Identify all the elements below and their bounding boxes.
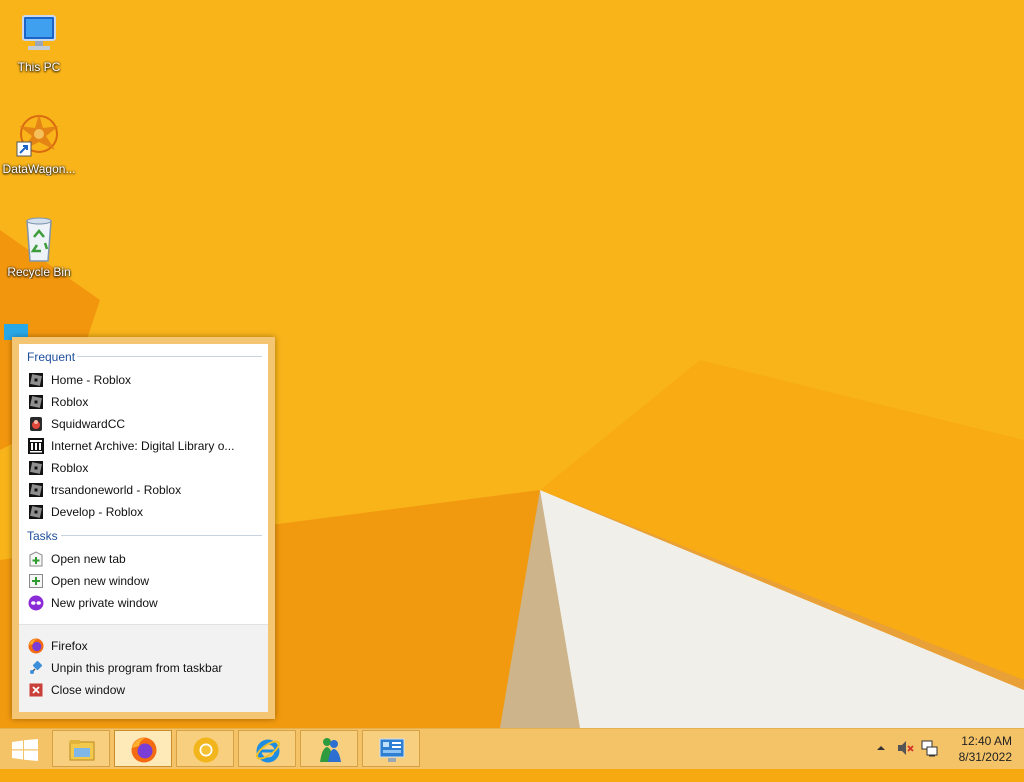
close-icon xyxy=(28,682,44,698)
show-hidden-icons-icon[interactable] xyxy=(876,742,886,782)
jump-list-item-label: Develop - Roblox xyxy=(51,505,144,519)
desktop-icon-this-pc[interactable]: This PC xyxy=(1,10,77,74)
roblox-icon xyxy=(28,460,44,476)
firefox-icon xyxy=(28,638,44,654)
start-button[interactable] xyxy=(12,739,38,761)
jump-list-item-label: Home - Roblox xyxy=(51,373,132,387)
footer-item-firefox[interactable]: Firefox xyxy=(19,635,268,657)
jump-list-item-develop-roblox[interactable]: Develop - Roblox xyxy=(19,501,268,523)
jump-list-item-home-roblox[interactable]: Home - Roblox xyxy=(19,369,268,391)
task-label: Open new tab xyxy=(51,552,126,566)
windows-logo-icon xyxy=(12,739,38,761)
roblox-icon xyxy=(28,482,44,498)
jump-list-item-label: trsandoneworld - Roblox xyxy=(51,483,182,497)
footer-item-label: Unpin this program from taskbar xyxy=(51,661,223,675)
jump-list-item-label: Internet Archive: Digital Library o... xyxy=(51,439,235,453)
firefox-jump-list: Frequent Home - Roblox Roblox SquidwardC… xyxy=(12,337,275,719)
jump-list-panel: Frequent Home - Roblox Roblox SquidwardC… xyxy=(19,344,268,712)
jump-list-item-squidwardcc[interactable]: SquidwardCC xyxy=(19,413,268,435)
taskbar-control-panel[interactable] xyxy=(362,730,420,767)
desktop-icon-datawagon[interactable]: DataWagon... xyxy=(1,112,77,176)
taskbar-chrome-canary[interactable] xyxy=(176,730,234,767)
roblox-icon xyxy=(28,504,44,520)
footer-item-label: Firefox xyxy=(51,639,88,653)
chrome-canary-icon xyxy=(192,736,220,764)
task-label: Open new window xyxy=(51,574,150,588)
taskbar-messenger[interactable] xyxy=(300,730,358,767)
taskbar-internet-explorer[interactable] xyxy=(238,730,296,767)
jump-list-item-internet-archive[interactable]: Internet Archive: Digital Library o... xyxy=(19,435,268,457)
roblox-icon xyxy=(28,372,44,388)
network-icon[interactable] xyxy=(921,740,939,780)
footer-item-close-window[interactable]: Close window xyxy=(19,679,268,701)
section-heading-label: Frequent xyxy=(27,350,76,364)
task-open-new-window[interactable]: Open new window xyxy=(19,570,268,592)
jump-list-item-roblox[interactable]: Roblox xyxy=(19,391,268,413)
section-heading-frequent: Frequent xyxy=(19,344,268,366)
messenger-icon xyxy=(316,736,344,764)
new-tab-icon xyxy=(28,551,44,567)
unpin-icon xyxy=(28,660,44,676)
system-clock[interactable]: 12:40 AM 8/31/2022 xyxy=(959,733,1012,773)
datawagon-icon xyxy=(15,112,63,160)
jump-list-item-label: Roblox xyxy=(51,395,89,409)
firefox-icon xyxy=(130,736,158,764)
recycle-bin-icon xyxy=(15,215,63,263)
jump-list-footer: Firefox Unpin this program from taskbar … xyxy=(19,624,268,712)
footer-item-unpin[interactable]: Unpin this program from taskbar xyxy=(19,657,268,679)
roblox-icon xyxy=(28,394,44,410)
taskbar: 12:40 AM 8/31/2022 xyxy=(0,728,1024,769)
file-explorer-icon xyxy=(68,736,96,764)
private-window-icon xyxy=(28,595,44,611)
task-label: New private window xyxy=(51,596,158,610)
section-divider xyxy=(77,356,262,357)
squidward-icon xyxy=(28,416,44,432)
task-new-private-window[interactable]: New private window xyxy=(19,592,268,614)
clock-time: 12:40 AM xyxy=(961,734,1012,748)
jump-list-item-label: SquidwardCC xyxy=(51,417,126,431)
section-heading-label: Tasks xyxy=(27,529,58,543)
jump-list-item-roblox-2[interactable]: Roblox xyxy=(19,457,268,479)
computer-icon xyxy=(15,10,63,58)
volume-muted-icon[interactable] xyxy=(897,740,915,780)
footer-item-label: Close window xyxy=(51,683,126,697)
taskbar-file-explorer[interactable] xyxy=(52,730,110,767)
jump-list-item-trsandoneworld[interactable]: trsandoneworld - Roblox xyxy=(19,479,268,501)
internet-explorer-icon xyxy=(254,736,282,764)
desktop-icon-recycle-bin[interactable]: Recycle Bin xyxy=(1,215,77,279)
taskbar-firefox[interactable] xyxy=(114,730,172,767)
desktop-icon-label: Recycle Bin xyxy=(7,265,71,279)
section-heading-tasks: Tasks xyxy=(19,523,268,545)
desktop-icon-label: This PC xyxy=(17,60,61,74)
internet-archive-icon xyxy=(28,438,44,454)
desktop-icon-label: DataWagon... xyxy=(2,162,76,176)
section-divider xyxy=(61,535,262,536)
new-window-icon xyxy=(28,573,44,589)
control-panel-icon xyxy=(378,736,406,764)
clock-date: 8/31/2022 xyxy=(958,750,1012,764)
jump-list-item-label: Roblox xyxy=(51,461,89,475)
task-open-new-tab[interactable]: Open new tab xyxy=(19,548,268,570)
